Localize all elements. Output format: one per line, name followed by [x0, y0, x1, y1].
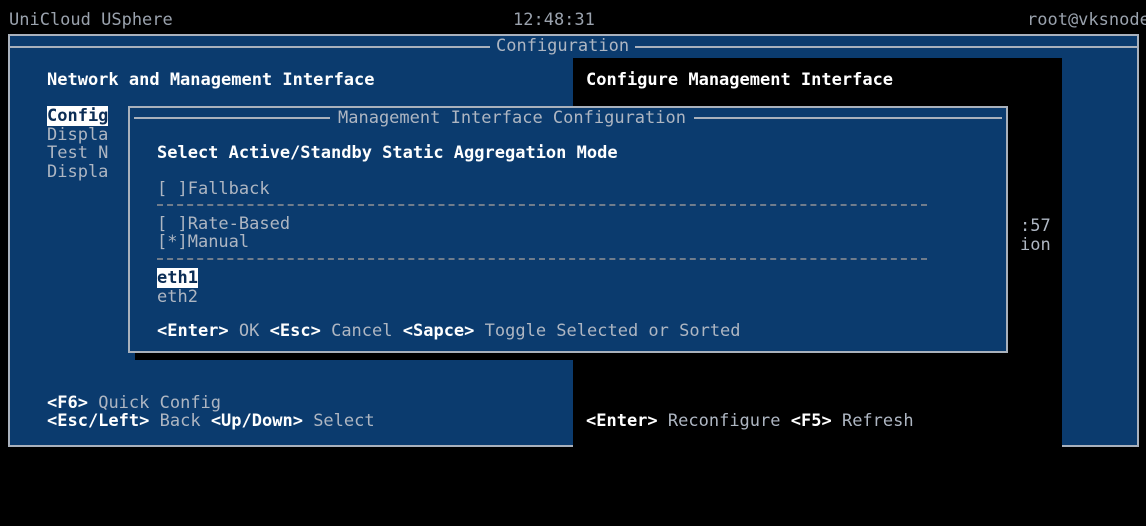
left-menu-item-config[interactable]: Config [47, 106, 109, 126]
dialog-title: Management Interface Configuration [330, 108, 694, 128]
top-status-bar: UniCloud USphere 12:48:31 root@vksnode [0, 0, 1146, 34]
dialog-prompt: Select Active/Standby Static Aggregation… [157, 143, 618, 163]
reconfigure-label: Reconfigure [667, 411, 781, 431]
up-down-key: <Up/Down> [210, 411, 303, 431]
quick-config-label: Quick Config [98, 393, 222, 413]
management-interface-dialog: Management Interface Configuration Selec… [128, 106, 1008, 353]
enter-key: <Enter> [586, 411, 658, 431]
back-label: Back [159, 411, 201, 431]
manual-label: Manual [187, 232, 250, 252]
dialog-hints: <Enter> OK <Esc> Cancel <Sapce> Toggle S… [157, 321, 741, 341]
cancel-hint: Cancel [331, 321, 393, 341]
select-label: Select [313, 411, 375, 431]
separator-2 [157, 258, 927, 260]
fallback-checkbox[interactable]: [ ] [157, 179, 188, 199]
screen-title: Configuration [490, 36, 636, 56]
interface-eth2[interactable]: eth2 [157, 287, 198, 307]
app-title: UniCloud USphere [9, 10, 173, 30]
rate-based-checkbox[interactable]: [ ] [157, 214, 188, 234]
interface-eth1[interactable]: eth1 [157, 268, 198, 288]
footer-quick-config: <F6> Quick Config [47, 393, 221, 413]
left-menu-item-display[interactable]: Displa [47, 125, 108, 145]
clock: 12:48:31 [513, 10, 595, 30]
right-partial-text-1: :57 [1020, 216, 1051, 236]
footer-actions: <Enter> Reconfigure <F5> Refresh [586, 411, 914, 431]
rate-based-label: Rate-Based [187, 214, 291, 234]
left-menu-item-display-2[interactable]: Displa [47, 162, 108, 182]
option-fallback[interactable]: [ ]Fallback [157, 179, 270, 199]
right-heading: Configure Management Interface [586, 70, 894, 90]
option-rate-based[interactable]: [ ]Rate-Based [157, 214, 290, 234]
option-manual[interactable]: [*]Manual [157, 232, 249, 252]
left-heading: Network and Management Interface [47, 70, 375, 90]
fallback-label: Fallback [187, 179, 270, 199]
left-menu-item-test[interactable]: Test N [47, 143, 108, 163]
user-host: root@vksnode [1027, 10, 1146, 30]
refresh-label: Refresh [841, 411, 914, 431]
enter-hint-key: <Enter> [157, 321, 229, 341]
esc-hint-key: <Esc> [269, 321, 321, 341]
separator-1 [157, 204, 927, 206]
space-hint-key: <Sapce> [402, 321, 475, 341]
footer-navigation: <Esc/Left> Back <Up/Down> Select [47, 411, 375, 431]
f5-key: <F5> [790, 411, 832, 431]
f6-key: <F6> [47, 393, 88, 413]
toggle-hint: Toggle Selected or Sorted [484, 321, 741, 341]
manual-checkbox[interactable]: [*] [157, 232, 188, 252]
ok-hint: OK [238, 321, 260, 341]
right-partial-text-2: ion [1020, 235, 1051, 255]
